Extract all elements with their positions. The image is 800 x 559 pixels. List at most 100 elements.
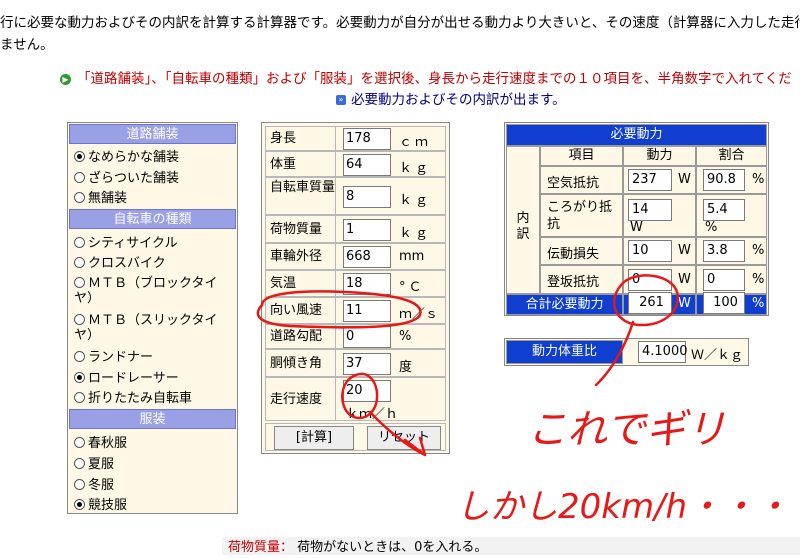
bike-mass-input[interactable]: 8	[343, 186, 391, 208]
weight-unit: ｋｇ	[399, 161, 432, 176]
road-option-rough[interactable]: ざらついた舗装	[74, 171, 232, 186]
power-air-value[interactable]: 237	[628, 169, 672, 191]
clothing-option-racing[interactable]: 競技服	[74, 498, 232, 513]
bike-option-mtb-block[interactable]: ＭＴＢ（ブロックタイヤ）	[74, 276, 232, 306]
selection-panel: 道路舗装 なめらかな舗装 ざらついた舗装 無舗装 自転車の種類 シティサイクル …	[67, 122, 238, 514]
headwind-input[interactable]: 11	[343, 300, 391, 322]
input-row-temperature: 気温 18 °Ｃ	[265, 270, 446, 297]
total-label: 合計必要動力	[506, 294, 623, 315]
weight-input[interactable]: 64	[343, 154, 391, 176]
radio-icon[interactable]	[74, 437, 85, 448]
input-row-headwind: 向い風速 11 ｍ／ｓ	[265, 297, 446, 324]
clothing-option-summer[interactable]: 夏服	[74, 457, 232, 472]
height-label: 身長	[270, 131, 297, 146]
item-rolling: ころがり抵抗	[540, 194, 623, 237]
item-air: 空気抵抗	[540, 166, 623, 194]
speed-unit: ｋｍ／ｈ	[346, 407, 399, 422]
ratio-drivetrain-unit: %	[752, 243, 765, 258]
power-air-unit: W	[678, 172, 691, 187]
ratio-drivetrain-cell: 3.8 %	[696, 237, 767, 265]
luggage-input[interactable]: 1	[343, 219, 391, 241]
radio-icon[interactable]	[74, 479, 85, 490]
ratio-drivetrain-value[interactable]: 3.8	[703, 240, 745, 262]
power-weight-value[interactable]: 4.1000	[638, 341, 688, 363]
height-unit: ｃｍ	[399, 135, 432, 150]
speed-input[interactable]: 20	[343, 380, 391, 402]
radio-icon[interactable]	[74, 172, 85, 183]
wheel-label: 車輪外径	[270, 249, 323, 264]
radio-icon[interactable]	[74, 192, 85, 203]
power-climbing-cell: 0 W	[623, 265, 696, 294]
wheel-input[interactable]: 668	[343, 246, 391, 268]
power-climbing-unit: W	[678, 272, 691, 287]
road-option-unpaved[interactable]: 無舗装	[74, 191, 232, 206]
col-header-power: 動力	[623, 146, 696, 166]
total-power-cell: 261 W	[623, 292, 696, 315]
power-rolling-value[interactable]: 14	[628, 199, 672, 221]
road-section-title: 道路舗装	[69, 124, 236, 144]
ratio-air-value[interactable]: 90.8	[703, 169, 745, 191]
temperature-input[interactable]: 18	[343, 273, 391, 295]
radio-selected-icon[interactable]	[74, 151, 85, 162]
power-drivetrain-unit: W	[678, 243, 691, 258]
clothing-option-spring-autumn[interactable]: 春秋服	[74, 436, 232, 451]
ratio-rolling-value[interactable]: 5.4	[703, 199, 745, 221]
speed-label: 走行速度	[270, 392, 323, 407]
radio-icon[interactable]	[74, 458, 85, 469]
intro-line-2: ません。	[0, 37, 54, 53]
ratio-rolling-unit: %	[705, 220, 718, 235]
road-option-smooth[interactable]: なめらかな舗装	[74, 150, 232, 165]
total-ratio-value[interactable]: 100	[703, 292, 745, 314]
input-row-weight: 体重 64 ｋｇ	[265, 151, 446, 177]
gradient-label: 道路勾配	[270, 329, 323, 344]
radio-selected-icon[interactable]	[74, 372, 85, 383]
luggage-unit: ｋｇ	[399, 226, 432, 241]
bike-option-city[interactable]: シティサイクル	[74, 236, 232, 251]
gradient-input[interactable]: 0	[343, 326, 391, 348]
ratio-rolling-cell: 5.4 %	[696, 194, 767, 237]
torso-angle-input[interactable]: 37	[343, 353, 391, 375]
breakdown-label-cell: 内訳	[506, 146, 540, 294]
reset-button[interactable]: リセット	[367, 426, 441, 450]
calculate-button[interactable]: [計算]	[274, 426, 354, 450]
power-drivetrain-cell: 10 W	[623, 237, 696, 265]
torso-angle-unit: 度	[399, 360, 416, 375]
bike-option-road-racer[interactable]: ロードレーサー	[74, 371, 232, 386]
radio-icon[interactable]	[74, 237, 85, 248]
total-power-value[interactable]: 261	[628, 292, 672, 314]
note-key: 荷物質量：	[228, 540, 294, 555]
ratio-air-unit: %	[752, 172, 765, 187]
input-panel: 身長 178 ｃｍ 体重 64 ｋｇ 自転車質量 8 ｋｇ 荷物質量 1 ｋｇ …	[261, 122, 450, 454]
input-row-bike-mass: 自転車質量 8 ｋｇ	[265, 177, 446, 215]
result-table: 必要動力 内訳 項目 動力 割合 空気抵抗 237 W 90.8 % ころがり抵…	[504, 122, 769, 316]
headwind-unit: ｍ／ｓ	[399, 307, 439, 322]
input-row-height: 身長 178 ｃｍ	[265, 126, 446, 151]
bike-option-folding[interactable]: 折りたたみ自転車	[74, 391, 232, 406]
bike-mass-label: 自転車質量	[270, 180, 336, 195]
bike-option-mtb-slick[interactable]: ＭＴＢ（スリックタイヤ）	[74, 313, 232, 343]
power-climbing-value[interactable]: 0	[628, 269, 672, 291]
luggage-label: 荷物質量	[270, 222, 323, 237]
total-ratio-unit: %	[752, 296, 765, 311]
breakdown-label: 内訳	[516, 211, 530, 242]
instruction-line-2: » 必要動力およびその内訳が出ます。	[336, 88, 566, 108]
height-input[interactable]: 178	[343, 128, 391, 150]
radio-icon[interactable]	[74, 314, 85, 325]
temperature-unit: °Ｃ	[399, 280, 425, 295]
radio-icon[interactable]	[74, 257, 85, 268]
ratio-climbing-value[interactable]: 0	[703, 269, 745, 291]
power-drivetrain-value[interactable]: 10	[628, 240, 672, 262]
ratio-air-cell: 90.8 %	[696, 166, 767, 194]
total-ratio-cell: 100 %	[696, 292, 767, 315]
radio-icon[interactable]	[74, 351, 85, 362]
radio-selected-icon[interactable]	[74, 499, 85, 510]
power-weight-unit: Ｗ／ｋｇ	[691, 348, 744, 363]
clothing-option-winter[interactable]: 冬服	[74, 478, 232, 493]
gradient-unit: %	[399, 329, 415, 344]
bike-option-cross[interactable]: クロスバイク	[74, 256, 232, 271]
power-rolling-unit: W	[630, 220, 643, 235]
radio-icon[interactable]	[74, 277, 85, 288]
bike-option-randonneur[interactable]: ランドナー	[74, 350, 232, 365]
instruction-line-1: ▶ 「道路舗装」、「自転車の種類」および「服装」を選択後、身長から走行速度までの１…	[60, 67, 792, 87]
radio-icon[interactable]	[74, 392, 85, 403]
